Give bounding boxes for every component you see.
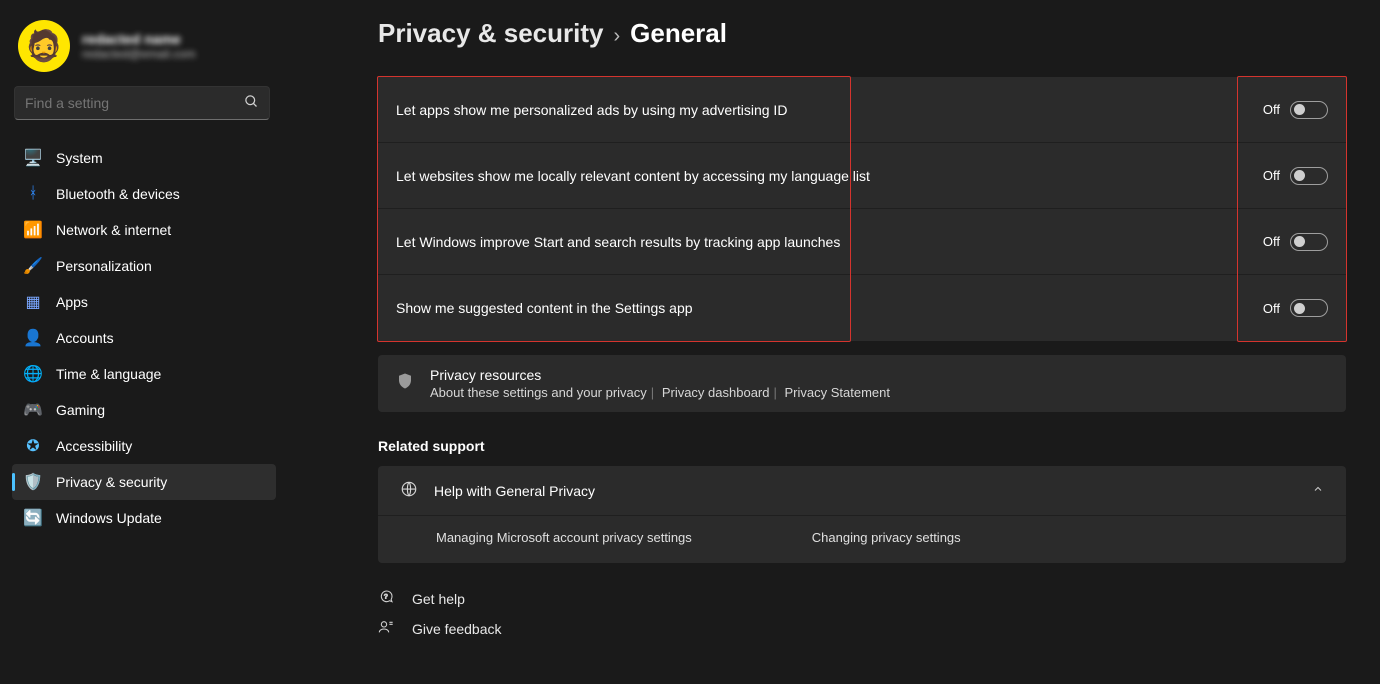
sidebar-item-label: Time & language [56, 366, 161, 382]
help-title: Help with General Privacy [434, 483, 595, 499]
chevron-up-icon [1312, 483, 1324, 498]
sidebar-item-label: Accounts [56, 330, 114, 346]
resource-link[interactable]: About these settings and your privacy [430, 385, 647, 400]
resource-link[interactable]: Privacy Statement [785, 385, 891, 400]
help-card: Help with General Privacy Managing Micro… [378, 466, 1346, 563]
sidebar-item-label: Apps [56, 294, 88, 310]
menu-icon: 📶 [24, 221, 42, 239]
sidebar-item-personalization[interactable]: 🖌️ Personalization [12, 248, 276, 284]
setting-row: Let websites show me locally relevant co… [378, 143, 1346, 209]
resources-links: About these settings and your privacy| P… [430, 385, 890, 400]
resources-title: Privacy resources [430, 367, 890, 383]
sidebar-item-windows-update[interactable]: 🔄 Windows Update [12, 500, 276, 536]
help-expander[interactable]: Help with General Privacy [378, 466, 1346, 515]
sidebar-menu: 🖥️ System ᚼ Bluetooth & devices 📶 Network & i… [6, 140, 276, 536]
sidebar-item-accounts[interactable]: 👤 Accounts [12, 320, 276, 356]
sidebar-item-apps[interactable]: ▦ Apps [12, 284, 276, 320]
search-icon [244, 94, 259, 112]
help-icon: ? [378, 589, 396, 609]
search-box[interactable] [14, 86, 270, 120]
setting-label: Let apps show me personalized ads by usi… [396, 102, 787, 118]
menu-icon: 🔄 [24, 509, 42, 527]
menu-icon: ▦ [24, 293, 42, 311]
toggle-section: Let apps show me personalized ads by usi… [378, 77, 1346, 341]
sidebar-item-label: Privacy & security [56, 474, 167, 490]
toggle-state-label: Off [1263, 102, 1280, 117]
help-sublink[interactable]: Changing privacy settings [812, 530, 961, 545]
search-input[interactable] [25, 95, 244, 111]
profile-name: redacted name [82, 31, 196, 47]
toggle-switch[interactable] [1290, 101, 1328, 119]
menu-icon: 🖥️ [24, 149, 42, 167]
menu-icon: ✪ [24, 437, 42, 455]
related-support-heading: Related support [378, 438, 1346, 454]
setting-row: Let Windows improve Start and search res… [378, 209, 1346, 275]
breadcrumb-current: General [630, 18, 727, 49]
sidebar-item-system[interactable]: 🖥️ System [12, 140, 276, 176]
menu-icon: ᚼ [24, 185, 42, 203]
resource-link[interactable]: Privacy dashboard [662, 385, 770, 400]
sidebar: 🧔 redacted name redacted@email.com 🖥️ Sys… [0, 0, 290, 684]
toggle-switch[interactable] [1290, 233, 1328, 251]
get-help-link[interactable]: ? Get help [378, 589, 1346, 609]
toggle-switch[interactable] [1290, 299, 1328, 317]
toggle-state-label: Off [1263, 234, 1280, 249]
sidebar-item-network-internet[interactable]: 📶 Network & internet [12, 212, 276, 248]
menu-icon: 🖌️ [24, 257, 42, 275]
get-help-label: Get help [412, 591, 465, 607]
breadcrumb: Privacy & security › General [378, 18, 1346, 49]
give-feedback-label: Give feedback [412, 621, 502, 637]
main-panel: Privacy & security › General Let apps sh… [290, 0, 1380, 684]
sidebar-item-label: Gaming [56, 402, 105, 418]
breadcrumb-parent[interactable]: Privacy & security [378, 18, 603, 49]
sidebar-item-label: Bluetooth & devices [56, 186, 180, 202]
help-sublink[interactable]: Managing Microsoft account privacy setti… [436, 530, 692, 545]
toggle-state-label: Off [1263, 301, 1280, 316]
profile-block[interactable]: 🧔 redacted name redacted@email.com [6, 14, 276, 86]
menu-icon: 👤 [24, 329, 42, 347]
globe-help-icon [400, 480, 418, 501]
avatar: 🧔 [18, 20, 70, 72]
setting-row: Show me suggested content in the Setting… [378, 275, 1346, 341]
menu-icon: 🌐 [24, 365, 42, 383]
sidebar-item-label: System [56, 150, 103, 166]
give-feedback-link[interactable]: Give feedback [378, 619, 1346, 639]
toggle-switch[interactable] [1290, 167, 1328, 185]
toggle-state-label: Off [1263, 168, 1280, 183]
setting-label: Let websites show me locally relevant co… [396, 168, 870, 184]
sidebar-item-label: Personalization [56, 258, 152, 274]
sidebar-item-label: Windows Update [56, 510, 162, 526]
setting-label: Show me suggested content in the Setting… [396, 300, 693, 316]
svg-text:?: ? [384, 593, 388, 600]
sidebar-item-label: Accessibility [56, 438, 132, 454]
sidebar-item-gaming[interactable]: 🎮 Gaming [12, 392, 276, 428]
sidebar-item-time-language[interactable]: 🌐 Time & language [12, 356, 276, 392]
setting-label: Let Windows improve Start and search res… [396, 234, 840, 250]
feedback-icon [378, 619, 396, 639]
menu-icon: 🛡️ [24, 473, 42, 491]
sidebar-item-label: Network & internet [56, 222, 171, 238]
chevron-right-icon: › [613, 25, 620, 48]
sidebar-item-accessibility[interactable]: ✪ Accessibility [12, 428, 276, 464]
shield-icon [396, 371, 414, 396]
sidebar-item-bluetooth-devices[interactable]: ᚼ Bluetooth & devices [12, 176, 276, 212]
menu-icon: 🎮 [24, 401, 42, 419]
profile-email: redacted@email.com [82, 47, 196, 61]
privacy-resources-card[interactable]: Privacy resources About these settings a… [378, 355, 1346, 412]
sidebar-item-privacy-security[interactable]: 🛡️ Privacy & security [12, 464, 276, 500]
setting-row: Let apps show me personalized ads by usi… [378, 77, 1346, 143]
